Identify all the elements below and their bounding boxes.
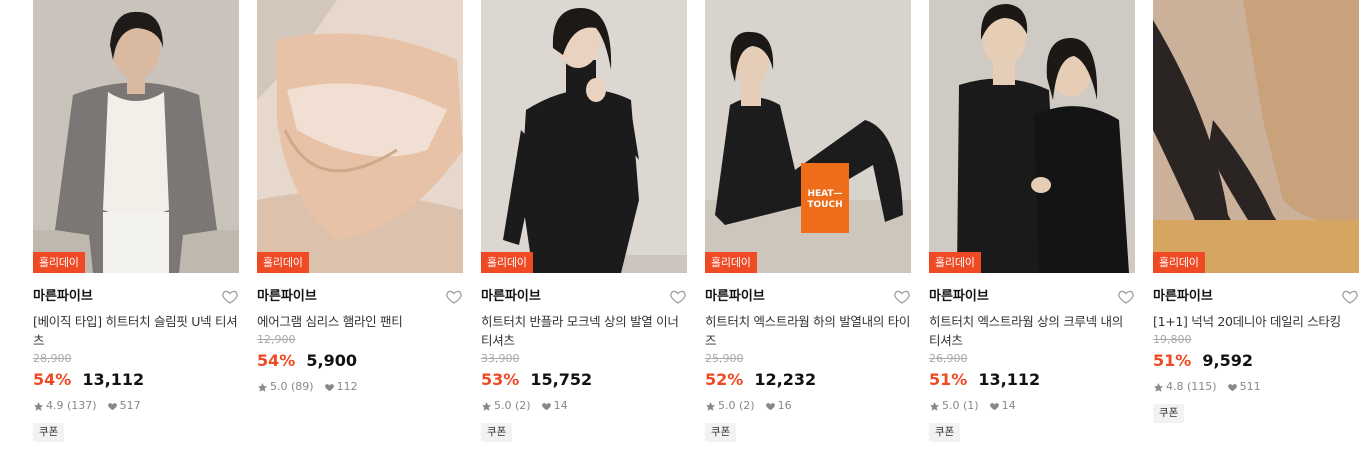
star-icon <box>929 401 940 411</box>
product-name[interactable]: [베이직 타입] 히트터치 슬림핏 U넥 티셔츠 <box>33 312 239 350</box>
brand-name[interactable]: 마른파이브 <box>1153 288 1359 306</box>
heart-filled-icon <box>765 402 775 410</box>
product-image[interactable]: 홀리데이 <box>1153 0 1359 273</box>
product-image[interactable]: 홀리데이 <box>481 0 687 273</box>
box-text-heat: HEAT— <box>807 189 842 199</box>
review-count: (137) <box>67 399 97 412</box>
like-count: 517 <box>119 399 141 412</box>
review-count: (115) <box>1187 380 1217 393</box>
product-image[interactable]: 홀리데이 <box>929 0 1135 273</box>
heart-filled-icon <box>1227 383 1237 391</box>
holiday-badge: 홀리데이 <box>705 252 757 273</box>
review-count: (89) <box>291 380 314 393</box>
like-count: 16 <box>777 399 792 412</box>
original-price: 19,800 <box>1153 333 1192 346</box>
product-card[interactable]: 홀리데이 마른파이브 히트터치 엑스트라웜 상의 크루넥 내의 티셔츠 26,9… <box>929 0 1135 442</box>
holiday-badge: 홀리데이 <box>257 252 309 273</box>
review-count: (2) <box>739 399 755 412</box>
rating-value: 5.0 <box>942 399 960 412</box>
product-name[interactable]: 에어그램 심리스 햄라인 팬티 <box>257 312 463 331</box>
review-count: (2) <box>515 399 531 412</box>
review-count: (1) <box>963 399 979 412</box>
product-card[interactable]: HEAT— TOUCH 홀리데이 마른파이브 히트터치 엑스트라웜 하의 발열내… <box>705 0 911 442</box>
rating-value: 4.9 <box>46 399 64 412</box>
brand-name[interactable]: 마른파이브 <box>929 288 1135 306</box>
sale-price: 15,752 <box>530 370 593 389</box>
coupon-tag: 쿠폰 <box>1153 404 1185 423</box>
heart-outline-icon[interactable] <box>1117 288 1135 306</box>
like-count: 511 <box>1239 380 1261 393</box>
original-price: 25,900 <box>705 352 744 365</box>
original-price: 26,900 <box>929 352 968 365</box>
heart-outline-icon[interactable] <box>893 288 911 306</box>
rating-value: 5.0 <box>718 399 736 412</box>
sale-price: 13,112 <box>978 370 1041 389</box>
original-price: 28,900 <box>33 352 72 365</box>
original-price: 33,900 <box>481 352 520 365</box>
review-meta: 4.8 (115) 511 <box>1153 379 1359 395</box>
heart-filled-icon <box>541 402 551 410</box>
heart-filled-icon <box>989 402 999 410</box>
star-icon <box>1153 382 1164 392</box>
product-grid: 홀리데이 마른파이브 [베이직 타입] 히트터치 슬림핏 U넥 티셔츠 28,9… <box>0 0 1366 460</box>
star-icon <box>33 401 44 411</box>
holiday-badge: 홀리데이 <box>1153 252 1205 273</box>
holiday-badge: 홀리데이 <box>929 252 981 273</box>
coupon-tag: 쿠폰 <box>705 423 737 442</box>
sale-price: 12,232 <box>754 370 817 389</box>
product-image[interactable]: 홀리데이 <box>257 0 463 273</box>
review-meta: 5.0 (1) 14 <box>929 398 1135 414</box>
coupon-tag: 쿠폰 <box>481 423 513 442</box>
product-card[interactable]: 홀리데이 마른파이브 히트터치 반플라 모크넥 상의 발열 이너 티셔츠 33,… <box>481 0 687 442</box>
review-meta: 4.9 (137) 517 <box>33 398 239 414</box>
holiday-badge: 홀리데이 <box>33 252 85 273</box>
brand-name[interactable]: 마른파이브 <box>33 288 239 306</box>
product-image[interactable]: HEAT— TOUCH 홀리데이 <box>705 0 911 273</box>
review-meta: 5.0 (2) 16 <box>705 398 911 414</box>
product-card[interactable]: 홀리데이 마른파이브 [1+1] 넉넉 20데니아 데일리 스타킹 19,800… <box>1153 0 1359 423</box>
original-price: 12,900 <box>257 333 296 346</box>
sale-price: 13,112 <box>82 370 145 389</box>
coupon-tag: 쿠폰 <box>33 423 65 442</box>
star-icon <box>257 382 268 392</box>
brand-name[interactable]: 마른파이브 <box>481 288 687 306</box>
star-icon <box>481 401 492 411</box>
like-count: 14 <box>1001 399 1016 412</box>
discount-rate: 51% <box>1153 351 1192 370</box>
product-card[interactable]: 홀리데이 마른파이브 [베이직 타입] 히트터치 슬림핏 U넥 티셔츠 28,9… <box>33 0 239 442</box>
product-image[interactable]: 홀리데이 <box>33 0 239 273</box>
product-name[interactable]: [1+1] 넉넉 20데니아 데일리 스타킹 <box>1153 312 1359 331</box>
discount-rate: 53% <box>481 370 520 389</box>
product-name[interactable]: 히트터치 엑스트라웜 하의 발열내의 타이즈 <box>705 312 911 350</box>
review-meta: 5.0 (2) 14 <box>481 398 687 414</box>
sale-price: 9,592 <box>1202 351 1253 370</box>
heart-outline-icon[interactable] <box>445 288 463 306</box>
brand-name[interactable]: 마른파이브 <box>705 288 911 306</box>
holiday-badge: 홀리데이 <box>481 252 533 273</box>
discount-rate: 54% <box>33 370 72 389</box>
heart-filled-icon <box>324 383 334 391</box>
like-count: 14 <box>553 399 568 412</box>
brand-name[interactable]: 마른파이브 <box>257 288 463 306</box>
heart-outline-icon[interactable] <box>669 288 687 306</box>
discount-rate: 52% <box>705 370 744 389</box>
coupon-tag: 쿠폰 <box>929 423 961 442</box>
rating-value: 5.0 <box>494 399 512 412</box>
sale-price: 5,900 <box>306 351 357 370</box>
discount-rate: 51% <box>929 370 968 389</box>
product-name[interactable]: 히트터치 엑스트라웜 상의 크루넥 내의 티셔츠 <box>929 312 1135 350</box>
review-meta: 5.0 (89) 112 <box>257 379 463 395</box>
rating-value: 5.0 <box>270 380 288 393</box>
product-name[interactable]: 히트터치 반플라 모크넥 상의 발열 이너 티셔츠 <box>481 312 687 350</box>
star-icon <box>705 401 716 411</box>
box-text-touch: TOUCH <box>807 200 842 210</box>
heart-outline-icon[interactable] <box>221 288 239 306</box>
heart-filled-icon <box>107 402 117 410</box>
like-count: 112 <box>336 380 358 393</box>
product-card[interactable]: 홀리데이 마른파이브 에어그램 심리스 햄라인 팬티 12,900 54% 5,… <box>257 0 463 395</box>
heart-outline-icon[interactable] <box>1341 288 1359 306</box>
rating-value: 4.8 <box>1166 380 1184 393</box>
discount-rate: 54% <box>257 351 296 370</box>
